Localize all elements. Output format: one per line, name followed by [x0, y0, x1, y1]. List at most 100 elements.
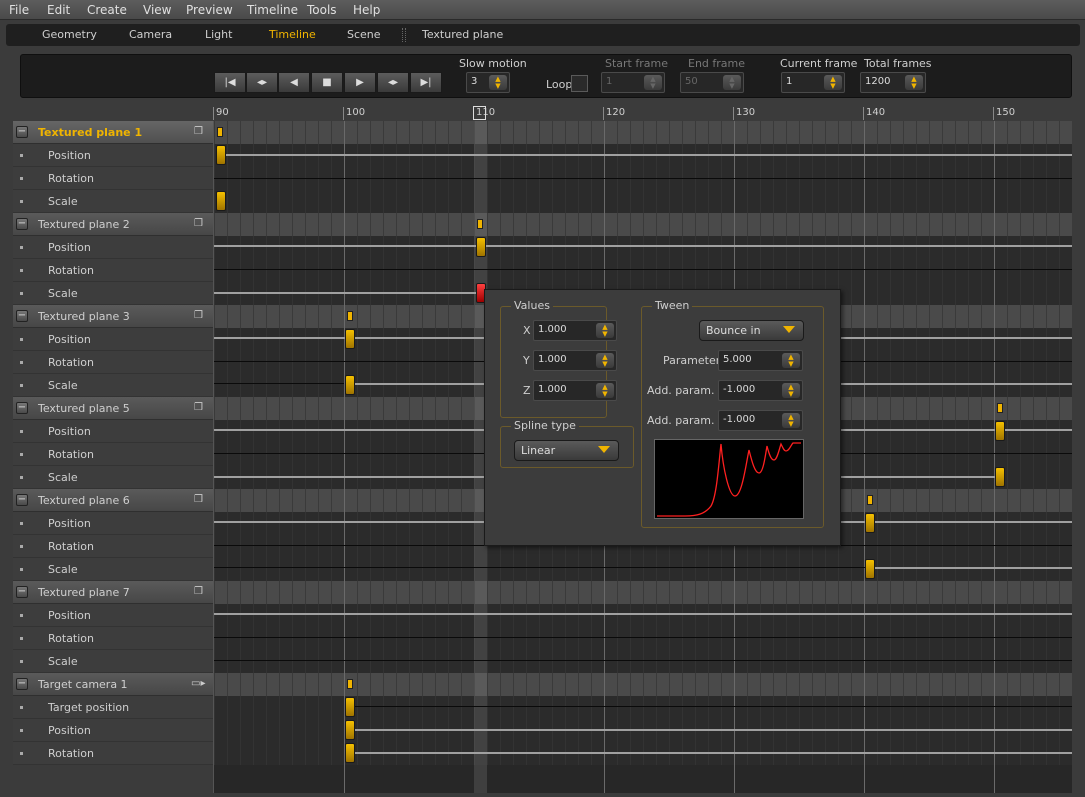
keyframe[interactable]: [216, 191, 226, 211]
collapse-icon[interactable]: −: [16, 494, 28, 506]
object-row[interactable]: − Textured plane 3 ❒: [13, 305, 213, 328]
add-param-1-spinner[interactable]: -1.000 ▲ ▼: [718, 380, 803, 401]
track-row[interactable]: [214, 558, 1072, 581]
channel-row[interactable]: Scale: [13, 282, 213, 305]
prev-frame-button[interactable]: ◀: [278, 72, 310, 93]
channel-row[interactable]: Position: [13, 512, 213, 535]
z-value-spinner[interactable]: 1.000 ▲ ▼: [533, 380, 617, 401]
menu-preview[interactable]: Preview: [186, 3, 233, 17]
object-row[interactable]: − Target camera 1 ▭▸: [13, 673, 213, 696]
spinner-arrows-icon[interactable]: ▲ ▼: [905, 75, 923, 90]
track-header-row[interactable]: [214, 213, 1072, 236]
track-row[interactable]: [214, 236, 1072, 259]
channel-row[interactable]: Position: [13, 719, 213, 742]
first-frame-button[interactable]: |◀: [214, 72, 246, 93]
object-row[interactable]: − Textured plane 5 ❒: [13, 397, 213, 420]
channel-row[interactable]: Scale: [13, 466, 213, 489]
menu-timeline[interactable]: Timeline: [247, 3, 298, 17]
track-row[interactable]: [214, 604, 1072, 627]
collapse-icon[interactable]: −: [16, 126, 28, 138]
collapse-icon[interactable]: −: [16, 310, 28, 322]
collapse-icon[interactable]: −: [16, 678, 28, 690]
tab-geometry[interactable]: Geometry: [42, 28, 97, 41]
menu-help[interactable]: Help: [353, 3, 380, 17]
track-row[interactable]: [214, 627, 1072, 650]
summary-keyframe[interactable]: [217, 127, 223, 137]
menu-edit[interactable]: Edit: [47, 3, 70, 17]
loop-checkbox[interactable]: [571, 75, 588, 92]
keyframe[interactable]: [865, 513, 875, 533]
spinner-arrows-icon[interactable]: ▲ ▼: [596, 323, 614, 338]
keyframe[interactable]: [345, 720, 355, 740]
channel-row[interactable]: Rotation: [13, 627, 213, 650]
keyframe[interactable]: [995, 421, 1005, 441]
tab-scene[interactable]: Scene: [347, 28, 381, 41]
summary-keyframe[interactable]: [867, 495, 873, 505]
collapse-icon[interactable]: −: [16, 586, 28, 598]
channel-row[interactable]: Scale: [13, 374, 213, 397]
summary-keyframe[interactable]: [477, 219, 483, 229]
tab-light[interactable]: Light: [205, 28, 232, 41]
channel-row[interactable]: Rotation: [13, 167, 213, 190]
y-value-spinner[interactable]: 1.000 ▲ ▼: [533, 350, 617, 371]
channel-row[interactable]: Position: [13, 604, 213, 627]
object-row[interactable]: − Textured plane 6 ❒: [13, 489, 213, 512]
collapse-icon[interactable]: −: [16, 218, 28, 230]
parameter-spinner[interactable]: 5.000 ▲ ▼: [718, 350, 803, 371]
track-header-row[interactable]: [214, 121, 1072, 144]
prev-key-button[interactable]: ◂▸: [246, 72, 278, 93]
keyframe[interactable]: [345, 743, 355, 763]
keyframe[interactable]: [865, 559, 875, 579]
current-frame-marker[interactable]: [473, 106, 486, 120]
tween-dropdown[interactable]: Bounce in: [699, 320, 804, 341]
spinner-arrows-icon[interactable]: ▲ ▼: [596, 383, 614, 398]
channel-row[interactable]: Rotation: [13, 259, 213, 282]
track-row[interactable]: [214, 190, 1072, 213]
track-header-row[interactable]: [214, 581, 1072, 604]
object-row[interactable]: − Textured plane 2 ❒: [13, 213, 213, 236]
menu-file[interactable]: File: [9, 3, 29, 17]
next-key-button[interactable]: ◂▸: [377, 72, 409, 93]
track-row[interactable]: [214, 696, 1072, 719]
tab-textured-plane[interactable]: Textured plane: [422, 28, 503, 41]
channel-row[interactable]: Position: [13, 420, 213, 443]
collapse-icon[interactable]: −: [16, 402, 28, 414]
channel-row[interactable]: Rotation: [13, 443, 213, 466]
keyframe[interactable]: [345, 697, 355, 717]
slow-motion-spinner[interactable]: 3 ▲ ▼: [466, 72, 510, 93]
frame-ruler[interactable]: 90 100 110 120 130 140 150: [213, 104, 1072, 121]
spinner-arrows-icon[interactable]: ▲ ▼: [489, 75, 507, 90]
keyframe[interactable]: [995, 467, 1005, 487]
keyframe[interactable]: [476, 237, 486, 257]
channel-row[interactable]: Rotation: [13, 351, 213, 374]
play-button[interactable]: ▶: [344, 72, 376, 93]
current-frame-spinner[interactable]: 1 ▲ ▼: [781, 72, 845, 93]
summary-keyframe[interactable]: [997, 403, 1003, 413]
keyframe[interactable]: [345, 329, 355, 349]
track-row[interactable]: [214, 259, 1072, 282]
spinner-arrows-icon[interactable]: ▲ ▼: [782, 413, 800, 428]
keyframe[interactable]: [216, 145, 226, 165]
channel-row[interactable]: Scale: [13, 650, 213, 673]
track-header-row[interactable]: [214, 673, 1072, 696]
last-frame-button[interactable]: ▶|: [410, 72, 442, 93]
object-row[interactable]: − Textured plane 7 ❒: [13, 581, 213, 604]
keyframe-properties-popup[interactable]: Values X 1.000 ▲ ▼ Y 1.000 ▲ ▼ Z 1.000 ▲ ▼ …: [484, 289, 841, 546]
channel-row[interactable]: Rotation: [13, 742, 213, 765]
channel-row[interactable]: Target position: [13, 696, 213, 719]
channel-row[interactable]: Rotation: [13, 535, 213, 558]
channel-row[interactable]: Position: [13, 236, 213, 259]
summary-keyframe[interactable]: [347, 311, 353, 321]
menu-create[interactable]: Create: [87, 3, 127, 17]
total-frames-spinner[interactable]: 1200 ▲ ▼: [860, 72, 926, 93]
menu-view[interactable]: View: [143, 3, 171, 17]
channel-row[interactable]: Position: [13, 328, 213, 351]
tab-camera[interactable]: Camera: [129, 28, 172, 41]
spinner-arrows-icon[interactable]: ▲ ▼: [824, 75, 842, 90]
spinner-arrows-icon[interactable]: ▲ ▼: [596, 353, 614, 368]
channel-row[interactable]: Scale: [13, 558, 213, 581]
menu-tools[interactable]: Tools: [307, 3, 337, 17]
channel-row[interactable]: Scale: [13, 190, 213, 213]
add-param-2-spinner[interactable]: -1.000 ▲ ▼: [718, 410, 803, 431]
channel-row[interactable]: Position: [13, 144, 213, 167]
